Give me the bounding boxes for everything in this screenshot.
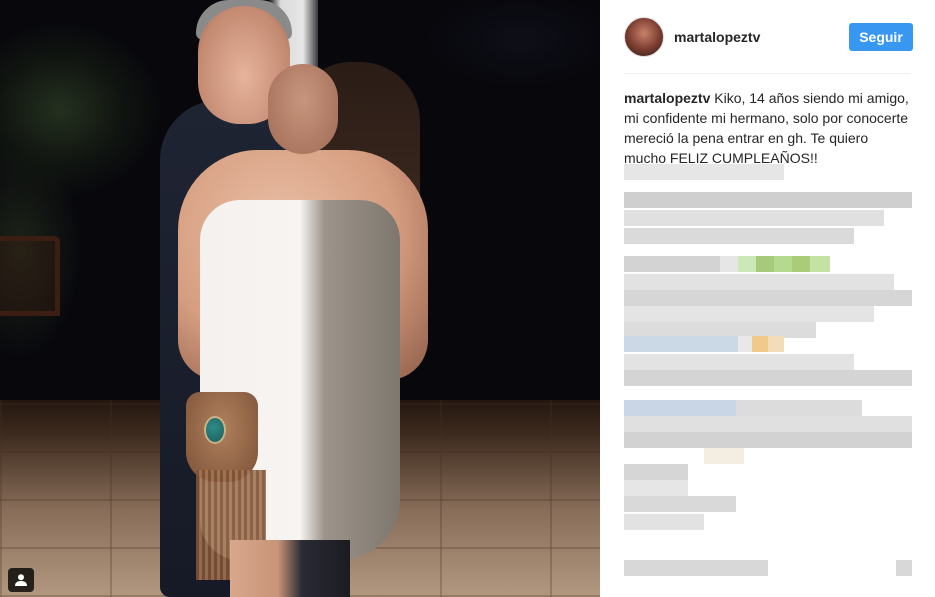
pixel-block [624, 290, 912, 306]
pixel-block [768, 336, 784, 352]
legs [230, 540, 350, 597]
woman-head [268, 64, 338, 154]
pixel-block [896, 560, 912, 576]
pixel-block [624, 514, 704, 530]
pixel-block [624, 496, 736, 512]
pixel-block [624, 192, 912, 208]
caption-username[interactable]: martalopeztv [624, 90, 710, 106]
background-chair [0, 236, 60, 316]
pixel-block [792, 256, 810, 272]
pixel-block [624, 164, 784, 180]
pixel-block [624, 400, 736, 416]
pixel-block [624, 228, 854, 244]
pixel-block [704, 448, 744, 464]
post-header: martalopeztv Seguir [624, 0, 913, 74]
header-username[interactable]: martalopeztv [674, 29, 849, 45]
pixel-block [810, 256, 830, 272]
instagram-post: martalopeztv Seguir martalopeztv Kiko, 1… [0, 0, 935, 597]
user-silhouette-icon [15, 574, 27, 586]
avatar[interactable] [624, 16, 664, 57]
user-tag-icon[interactable] [8, 568, 34, 592]
pixel-block [720, 256, 738, 272]
post-caption: martalopeztv Kiko, 14 años siendo mi ami… [624, 88, 911, 168]
pixel-block [624, 210, 884, 226]
pixel-block [624, 370, 912, 386]
pixelated-comments [624, 164, 914, 584]
post-photo[interactable] [0, 0, 600, 597]
pixel-block [624, 306, 874, 322]
pixel-block [756, 256, 774, 272]
bag-stone [204, 416, 226, 444]
pixel-block [624, 416, 912, 432]
pixel-block [774, 256, 792, 272]
follow-button[interactable]: Seguir [849, 22, 913, 51]
pixel-block [624, 354, 854, 370]
pixel-block [736, 400, 862, 416]
pixel-block [624, 464, 688, 480]
pixel-block [752, 336, 768, 352]
post-sidebar: martalopeztv Seguir martalopeztv Kiko, 1… [600, 0, 935, 597]
pixel-block [624, 256, 720, 272]
pixel-block [624, 274, 894, 290]
pixel-block [624, 432, 912, 448]
pixel-block [738, 256, 756, 272]
pixel-block [738, 336, 752, 352]
pixel-block [624, 480, 688, 496]
pixel-block [624, 336, 738, 352]
pixel-block [624, 560, 768, 576]
